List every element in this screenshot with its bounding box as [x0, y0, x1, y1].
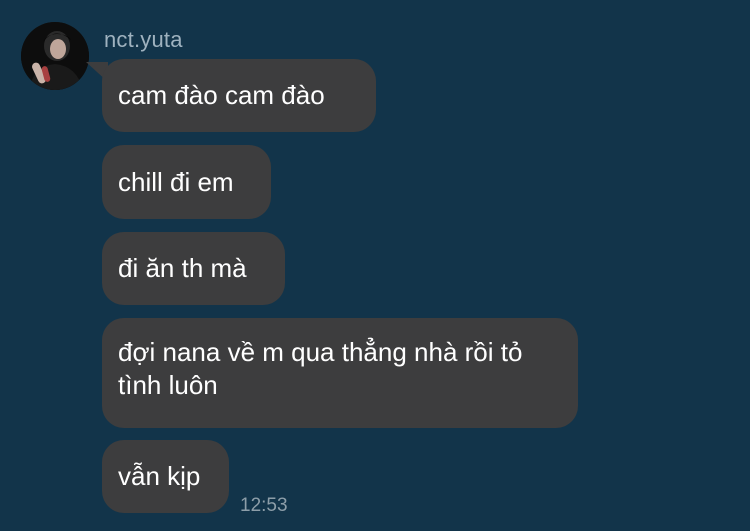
message-text: đợi nana về m qua thẳng nhà rồi tỏ tình … — [118, 337, 523, 400]
message-text: cam đào cam đào — [118, 80, 325, 110]
message-bubble[interactable]: vẫn kịp — [102, 440, 229, 513]
message-text: vẫn kịp — [118, 461, 201, 491]
message-bubble[interactable]: đợi nana về m qua thẳng nhà rồi tỏ tình … — [102, 318, 578, 428]
avatar-photo-icon — [21, 22, 89, 90]
message-timestamp: 12:53 — [240, 495, 288, 516]
message-text: chill đi em — [118, 166, 234, 197]
message-bubble[interactable]: cam đào cam đào — [102, 59, 376, 132]
sender-name: nct.yuta — [104, 27, 183, 52]
avatar[interactable] — [21, 22, 89, 90]
chat-thread: nct.yuta cam đào cam đào chill đi em đi … — [0, 0, 750, 531]
message-text: đi ăn th mà — [118, 253, 247, 283]
message-bubble[interactable]: đi ăn th mà — [102, 232, 285, 305]
message-bubble[interactable]: chill đi em — [102, 145, 271, 219]
